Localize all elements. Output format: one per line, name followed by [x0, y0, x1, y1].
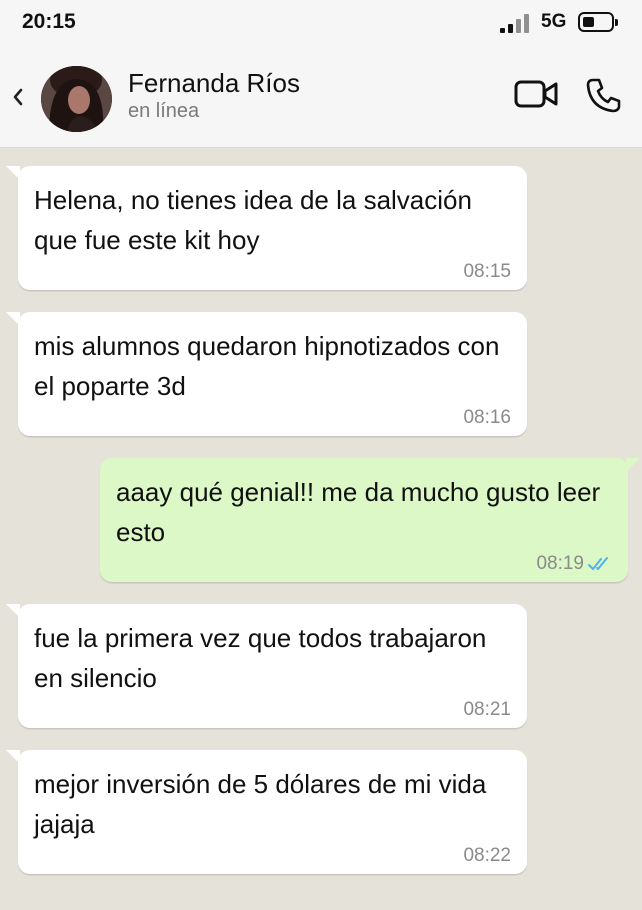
message-time: 08:21 [463, 699, 511, 720]
network-label: 5G [541, 11, 567, 32]
contact-name[interactable]: Fernanda Ríos [128, 68, 300, 99]
phone-icon [586, 78, 621, 113]
message-text: Helena, no tienes idea de la salvación q… [34, 185, 472, 255]
message-text: mis alumnos quedaron hipnotizados con el… [34, 331, 500, 401]
message-text: mejor inversión de 5 dólares de mi vida … [34, 769, 487, 839]
message-time: 08:22 [463, 845, 511, 866]
avatar[interactable] [41, 66, 112, 132]
message-time: 08:16 [463, 407, 511, 428]
battery-icon [578, 12, 618, 32]
message-bubble[interactable]: mis alumnos quedaron hipnotizados con el… [6, 312, 527, 436]
video-call-button[interactable] [514, 78, 560, 110]
status-bar: 20:15 5G [0, 0, 642, 48]
status-time: 20:15 [22, 10, 76, 33]
double-check-read-icon [588, 557, 608, 570]
chevron-left-icon [13, 88, 23, 106]
message-time: 08:19 [536, 553, 584, 574]
message-time: 08:15 [463, 261, 511, 282]
message-text: aaay qué genial!! me da mucho gusto leer… [116, 477, 601, 547]
message-bubble[interactable]: Helena, no tienes idea de la salvación q… [6, 166, 527, 290]
avatar-photo [41, 66, 112, 132]
chat-header: Fernanda Ríos en línea [0, 48, 642, 148]
voice-call-button[interactable] [584, 76, 622, 114]
message-bubble[interactable]: mejor inversión de 5 dólares de mi vida … [6, 750, 527, 874]
signal-bars-icon [500, 13, 534, 33]
message-text: fue la primera vez que todos trabajaron … [34, 623, 487, 693]
message-bubble[interactable]: fue la primera vez que todos trabajaron … [6, 604, 527, 728]
contact-status: en línea [128, 100, 200, 122]
message-bubble[interactable]: aaay qué genial!! me da mucho gusto leer… [100, 458, 640, 582]
video-camera-icon [514, 80, 558, 108]
back-button[interactable] [8, 82, 28, 112]
